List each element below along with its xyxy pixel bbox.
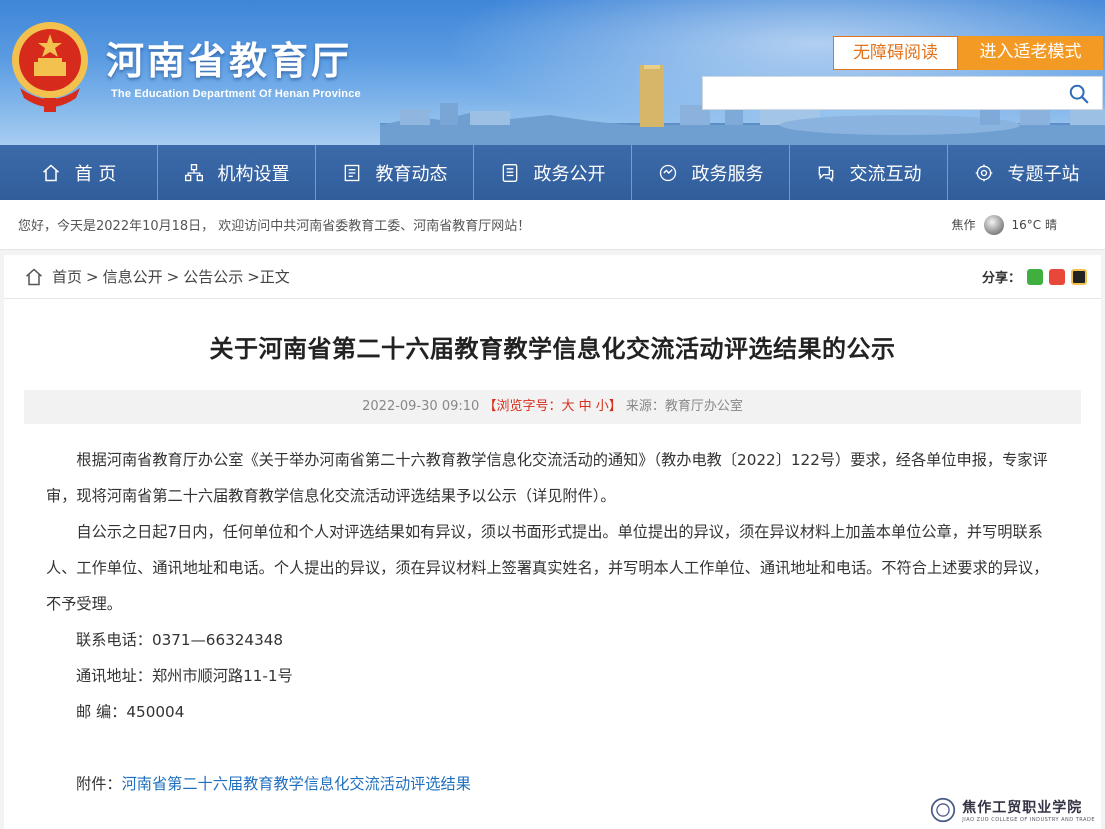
nav-item-label: 政务公开 [533,163,606,185]
main-nav: 首 页 机构设置 教育动态 政务公开 政务服务 交流互动 专题子站 [0,145,1105,200]
wechat-icon[interactable] [1027,268,1043,285]
header-banner: 河南省教育厅 The Education Department Of Henan… [0,0,1105,145]
breadcrumb-row: 首页 > 信息公开 > 公告公示 >正文 分享： [4,255,1101,299]
attachment-label: 附件： [76,775,122,793]
nav-item-gov-open[interactable]: 政务公开 [474,145,632,200]
breadcrumb-separator: > [86,267,99,286]
search-icon[interactable] [1068,83,1090,105]
contact-postcode: 邮 编：450004 [76,703,185,721]
home-icon [42,163,59,181]
school-name: 焦作工贸职业学院 [962,800,1083,816]
contact-address: 通讯地址：郑州市顺河路11-1号 [76,667,293,685]
nav-item-home[interactable]: 首 页 [0,145,158,200]
breadcrumb: 首页 > 信息公开 > 公告公示 >正文 [24,266,294,287]
nav-item-label: 交流互动 [849,163,922,185]
article-paragraph: 自公示之日起7日内，任何单位和个人对评选结果如有异议，须以书面形式提出。单位提出… [46,523,1049,613]
weather-city: 焦作 [951,218,976,232]
weather-moon-icon [983,214,1004,235]
welcome-text: 您好，今天是2022年10月18日， 欢迎访问中共河南省委教育工委、河南省教育厅… [18,219,531,234]
weibo-icon[interactable] [1049,268,1065,285]
breadcrumb-separator: > [166,267,180,286]
article-body: 根据河南省教育厅办公室《关于举办河南省第二十六教育教学信息化交流活动的通知》（教… [4,424,1101,802]
national-emblem-icon [12,22,88,112]
nav-item-interaction[interactable]: 交流互动 [790,145,948,200]
nav-item-label: 机构设置 [217,163,290,185]
home-icon[interactable] [24,267,44,287]
article-card: 首页 > 信息公开 > 公告公示 >正文 分享： 关于河南省第二十六届教育教学信… [4,255,1101,829]
share-bar: 分享： [982,267,1087,286]
chat-icon [818,166,833,182]
attachment-row: 附件：河南省第二十六届教育教学信息化交流活动评选结果 [76,766,1053,802]
nav-item-label: 首 页 [74,163,117,185]
service-icon [659,164,676,181]
breadcrumb-current: >正文 [247,268,290,286]
org-chart-icon [184,163,203,181]
nav-item-organization[interactable]: 机构设置 [158,145,316,200]
school-name-en: JIAO ZUO COLLEGE OF INDUSTRY AND TRADE [962,817,1095,823]
nav-item-label: 教育动态 [375,163,448,185]
font-size-switch[interactable]: 【浏览字号：大 中 小】 [483,399,621,414]
article-meta: 2022-09-30 09:10 【浏览字号：大 中 小】 来源：教育厅办公室 [24,390,1081,424]
site-subtitle: The Education Department Of Henan Provin… [111,88,361,100]
attachment-link[interactable]: 河南省第二十六届教育教学信息化交流活动评选结果 [122,775,471,793]
article-date: 2022-09-30 09:10 [362,399,480,414]
site-title[interactable]: 河南省教育厅 [106,30,352,85]
topic-icon [975,164,992,181]
search-box [702,76,1103,110]
news-icon [344,164,359,181]
weather-widget: 焦作 16°C 晴 [951,214,1057,235]
elder-mode-button[interactable]: 进入适老模式 [958,36,1103,70]
article-paragraph: 根据河南省教育厅办公室《关于举办河南省第二十六教育教学信息化交流活动的通知》（教… [46,451,1048,505]
qq-icon[interactable] [1071,268,1087,285]
breadcrumb-info-open[interactable]: 信息公开 [103,266,163,287]
nav-item-label: 专题子站 [1007,163,1080,185]
info-bar: 您好，今天是2022年10月18日， 欢迎访问中共河南省委教育工委、河南省教育厅… [0,200,1105,250]
article-title: 关于河南省第二十六届教育教学信息化交流活动评选结果的公示 [209,335,896,363]
share-label: 分享： [981,271,1021,286]
school-seal-icon [931,797,956,823]
breadcrumb-notices[interactable]: 公告公示 [183,266,243,287]
nav-item-topics[interactable]: 专题子站 [948,145,1105,200]
search-input[interactable] [703,77,1053,109]
breadcrumb-home[interactable]: 首页 [52,266,82,287]
school-watermark: 焦作工贸职业学院 JIAO ZUO COLLEGE OF INDUSTRY AN… [930,797,1095,823]
nav-item-label: 政务服务 [691,163,764,185]
document-icon [502,163,517,182]
article-source: 来源：教育厅办公室 [625,399,743,414]
nav-item-news[interactable]: 教育动态 [316,145,474,200]
nav-item-gov-service[interactable]: 政务服务 [632,145,790,200]
weather-temp: 16°C 晴 [1011,218,1057,232]
accessible-reading-button[interactable]: 无障碍阅读 [833,36,958,70]
contact-phone: 联系电话：0371—66324348 [76,631,284,649]
